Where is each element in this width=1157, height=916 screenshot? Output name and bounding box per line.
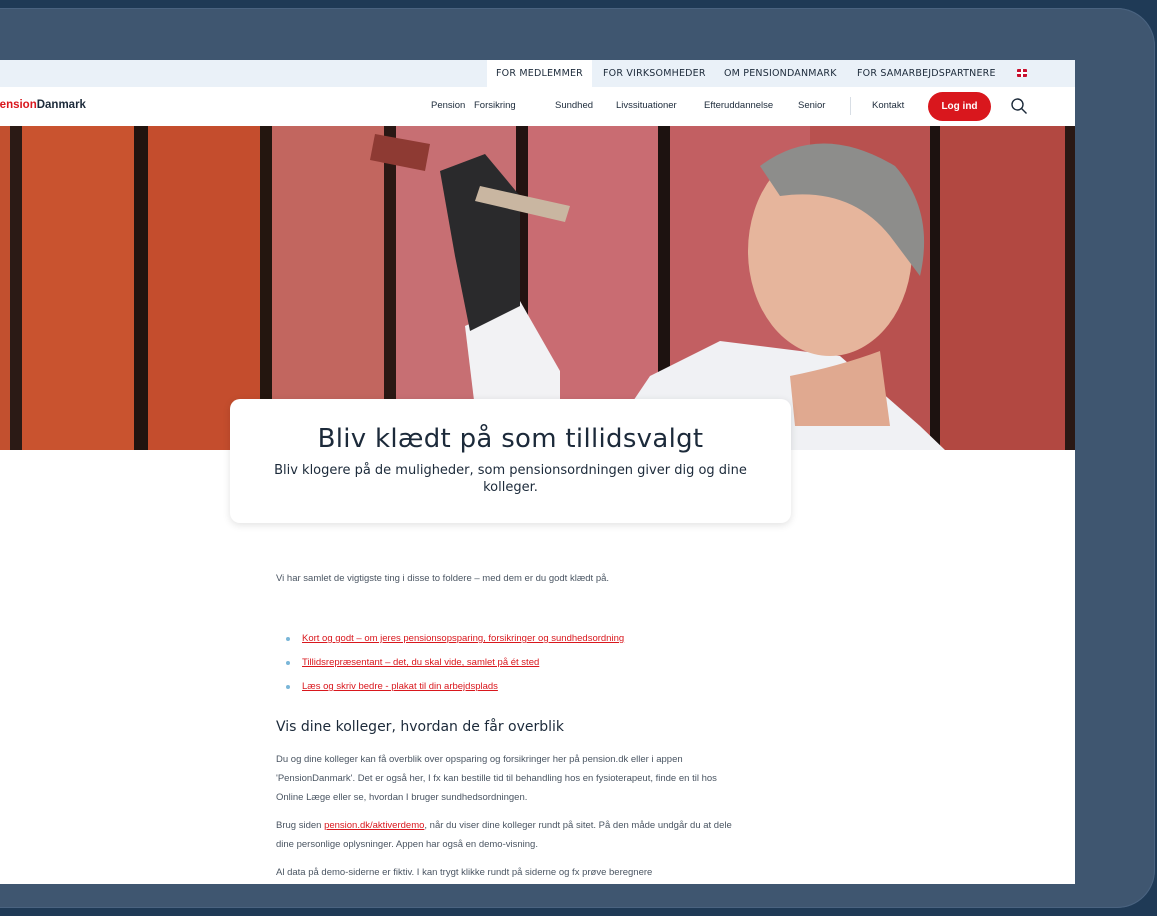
intro-text: Vi har samlet de vigtigste ting i disse … [276,573,610,584]
logo-pension: Pension [0,99,37,111]
link-tillidsrepraesentant[interactable]: Tillidsrepræsentant – det, du skal vide,… [302,657,539,668]
paragraph-demo-pre: Brug siden [276,820,325,831]
utility-nav: FOR MEDLEMMER FOR VIRKSOMHEDER OM PENSIO… [0,60,1075,87]
nav-senior[interactable]: Senior [798,100,825,111]
link-kort-og-godt[interactable]: Kort og godt – om jeres pensionsopsparin… [302,633,624,644]
nav-efteruddannelse[interactable]: Efteruddannelse [704,100,773,111]
search-icon[interactable] [1010,97,1028,115]
hero-card: Bliv klædt på som tillidsvalgt Bliv klog… [230,399,791,523]
utility-tab-about[interactable]: OM PENSIONDANMARK [724,60,837,87]
login-button[interactable]: Log ind [928,92,991,121]
paragraph-demo: Brug siden pension.dk/aktiverdemo, når d… [276,816,746,854]
page-title: Bliv klædt på som tillidsvalgt [317,424,704,454]
nav-kontakt[interactable]: Kontakt [872,100,904,111]
uk-flag-icon[interactable] [1017,69,1027,77]
logo-danmark: Danmark [36,99,86,111]
link-aktiverdemo[interactable]: pension.dk/aktiverdemo [324,820,424,831]
section-heading: Vis dine kolleger, hvordan de får overbl… [276,719,565,735]
list-item: Læs og skriv bedre - plakat til din arbe… [286,681,624,705]
nav-divider [850,97,851,115]
utility-tab-members[interactable]: FOR MEDLEMMER [487,60,592,87]
device-frame: FOR MEDLEMMER FOR VIRKSOMHEDER OM PENSIO… [0,8,1155,908]
nav-sundhed[interactable]: Sundhed [555,100,593,111]
logo[interactable]: PensionDanmark [0,99,86,111]
list-item: Tillidsrepræsentant – det, du skal vide,… [286,657,624,681]
browser-viewport: FOR MEDLEMMER FOR VIRKSOMHEDER OM PENSIO… [0,60,1075,884]
page-subtitle: Bliv klogere på de muligheder, som pensi… [274,463,747,495]
paragraph-fiktiv: Al data på demo-siderne er fiktiv. I kan… [276,867,653,878]
link-laes-og-skriv[interactable]: Læs og skriv bedre - plakat til din arbe… [302,681,498,692]
paragraph-overview: Du og dine kolleger kan få overblik over… [276,754,717,803]
nav-forsikring[interactable]: Forsikring [474,100,516,111]
nav-pension[interactable]: Pension [431,100,465,111]
main-nav: PensionDanmark Pension Forsikring Sundhe… [0,87,1075,126]
utility-tab-companies[interactable]: FOR VIRKSOMHEDER [603,60,706,87]
folder-links: Kort og godt – om jeres pensionsopsparin… [286,633,624,705]
nav-livssituationer[interactable]: Livssituationer [616,100,677,111]
list-item: Kort og godt – om jeres pensionsopsparin… [286,633,624,657]
utility-tab-partners[interactable]: FOR SAMARBEJDSPARTNERE [857,60,996,87]
